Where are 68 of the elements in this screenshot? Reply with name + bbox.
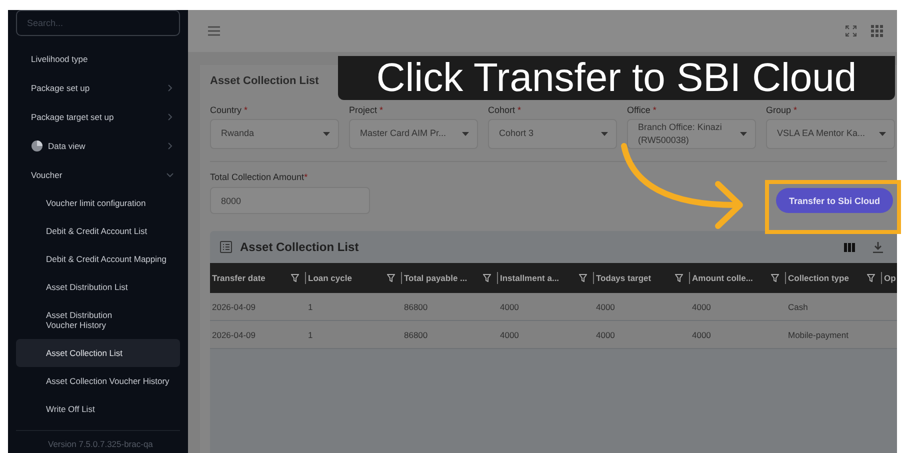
table-cell: 86800 [404, 330, 428, 340]
sidebar-item[interactable]: Write Off List [16, 395, 180, 423]
sidebar-item[interactable]: Asset Distribution Voucher History [16, 301, 180, 339]
search-field[interactable]: Search... [16, 10, 180, 36]
filter-icon[interactable] [291, 274, 299, 282]
chevron-right-icon[interactable] [166, 84, 174, 92]
filter-icon[interactable] [387, 274, 395, 282]
chevron-down-icon[interactable] [166, 170, 174, 178]
sidebar-item[interactable]: Data view [16, 131, 180, 160]
chevron-right-icon[interactable] [166, 142, 174, 150]
sidebar-item[interactable]: Package target set up [16, 102, 180, 131]
table-cell: 4000 [596, 330, 615, 340]
filter-icon[interactable] [675, 274, 683, 282]
filter-icon[interactable] [483, 274, 491, 282]
field-label: Office * [627, 105, 656, 115]
table-cell: 4000 [692, 302, 711, 312]
table-cell: 4000 [596, 302, 615, 312]
dropdown-caret-icon [462, 132, 469, 136]
download-icon[interactable] [873, 242, 883, 252]
sidebar-item[interactable]: Voucher [16, 160, 180, 189]
apps-grid-icon[interactable] [871, 25, 883, 37]
dropdown-field[interactable]: Cohort 3 [488, 119, 617, 149]
table-cell: Mobile-payment [788, 330, 848, 340]
fullscreen-icon[interactable] [845, 25, 857, 37]
field-label: Group * [766, 105, 798, 115]
dropdown-caret-icon [740, 132, 747, 136]
field-label: Total Collection Amount* [210, 172, 308, 182]
table-cell: 1 [308, 330, 313, 340]
dropdown-caret-icon [879, 132, 886, 136]
pie-chart-icon [31, 140, 43, 152]
table-cell: 86800 [404, 302, 428, 312]
filter-icon[interactable] [771, 274, 779, 282]
chevron-right-icon[interactable] [166, 112, 174, 120]
sidebar-item[interactable]: Livelihood type [16, 44, 180, 73]
sidebar-item[interactable]: Package set up [16, 73, 180, 102]
version-label: Version 7.5.0.7.325-brac-qa [16, 430, 180, 453]
sidebar-item[interactable]: Debit & Credit Account List [16, 217, 180, 245]
sidebar-item[interactable]: Debit & Credit Account Mapping [16, 245, 180, 273]
dropdown-caret-icon [323, 132, 330, 136]
instruction-callout: Click Transfer to SBI Cloud [338, 56, 895, 100]
table-cell: 2026-04-09 [212, 330, 256, 340]
columns-icon[interactable] [844, 242, 855, 252]
field-label: Project * [349, 105, 384, 115]
menu-icon[interactable] [208, 26, 220, 36]
table-cell: 2026-04-09 [212, 302, 256, 312]
sidebar-item[interactable]: Asset Collection List [16, 339, 180, 367]
dropdown-caret-icon [601, 132, 608, 136]
dropdown-field[interactable]: Branch Office: Kinazi (RW500038) [627, 119, 756, 149]
table-cell: 4000 [500, 330, 519, 340]
dropdown-field[interactable]: VSLA EA Mentor Ka... [766, 119, 895, 149]
list-icon [220, 241, 232, 253]
page-title: Asset Collection List [210, 75, 319, 89]
filter-icon[interactable] [867, 274, 875, 282]
sidebar-item[interactable]: Voucher limit configuration [16, 189, 180, 217]
field-label: Cohort * [488, 105, 522, 115]
table-cell: Cash [788, 302, 808, 312]
field-label: Country * [210, 105, 248, 115]
sidebar-item[interactable]: Asset Collection Voucher History [16, 367, 180, 395]
table-title: Asset Collection List [240, 240, 360, 254]
table-cell: 4000 [692, 330, 711, 340]
dropdown-field[interactable]: Rwanda [210, 119, 339, 149]
table-cell: 4000 [500, 302, 519, 312]
amount-field[interactable]: 8000 [210, 187, 370, 214]
sidebar-item[interactable]: Asset Distribution List [16, 273, 180, 301]
filter-icon[interactable] [579, 274, 587, 282]
dropdown-field[interactable]: Master Card AIM Pr... [349, 119, 478, 149]
transfer-button[interactable]: Transfer to Sbi Cloud [776, 188, 893, 213]
table-cell: 1 [308, 302, 313, 312]
